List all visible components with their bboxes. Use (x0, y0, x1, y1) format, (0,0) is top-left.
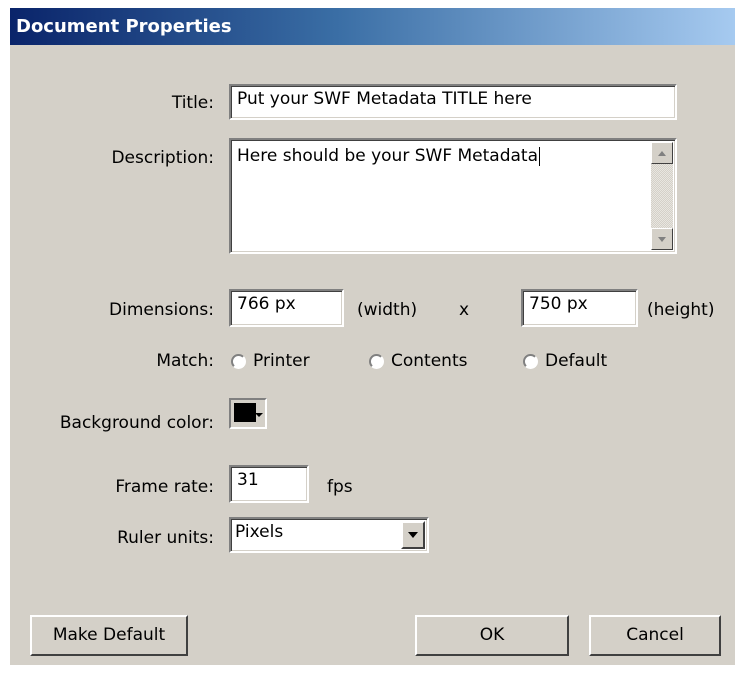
width-unit-label: (width) (357, 300, 418, 320)
frame-rate-input[interactable]: 31 (229, 465, 309, 503)
title-input-value: Put your SWF Metadata TITLE here (237, 89, 532, 109)
frame-rate-input-value: 31 (237, 470, 259, 490)
height-unit-label: (height) (647, 300, 715, 320)
ok-button[interactable]: OK (415, 615, 569, 656)
description-textarea[interactable]: Here should be your SWF Metadata (229, 138, 677, 254)
match-printer-label[interactable]: Printer (253, 351, 310, 371)
scroll-up-button[interactable] (651, 142, 673, 164)
chevron-down-icon (658, 236, 666, 242)
chevron-down-icon (408, 532, 418, 538)
cancel-button[interactable]: Cancel (589, 615, 721, 656)
match-default-label[interactable]: Default (545, 351, 607, 371)
ruler-units-label: Ruler units: (117, 528, 214, 548)
match-printer-radio[interactable] (231, 354, 246, 369)
background-color-swatch[interactable] (229, 398, 267, 429)
height-input-value: 750 px (529, 294, 588, 314)
match-default-radio[interactable] (523, 354, 538, 369)
ruler-units-dropdown-button[interactable] (401, 521, 425, 549)
description-textarea-value: Here should be your SWF Metadata (237, 146, 539, 166)
description-label: Description: (111, 148, 214, 168)
ruler-units-value: Pixels (235, 522, 284, 542)
document-properties-dialog: Document Properties Title: Put your SWF … (10, 8, 735, 665)
dimensions-label: Dimensions: (109, 300, 214, 320)
width-input[interactable]: 766 px (229, 289, 344, 327)
frame-rate-unit: fps (327, 477, 353, 497)
dialog-title: Document Properties (10, 8, 735, 45)
title-label: Title: (171, 93, 214, 113)
background-color-label: Background color: (59, 413, 214, 433)
dimensions-separator: x (459, 300, 470, 320)
dropdown-arrow-icon (255, 403, 263, 423)
description-scrollbar[interactable] (651, 142, 673, 250)
color-swatch-fill (234, 403, 256, 422)
match-contents-label[interactable]: Contents (391, 351, 467, 371)
width-input-value: 766 px (237, 294, 296, 314)
frame-rate-label: Frame rate: (115, 477, 214, 497)
height-input[interactable]: 750 px (521, 289, 638, 327)
match-label: Match: (156, 351, 214, 371)
chevron-up-icon (658, 150, 666, 156)
title-input[interactable]: Put your SWF Metadata TITLE here (229, 84, 677, 120)
scroll-down-button[interactable] (651, 228, 673, 250)
ruler-units-select[interactable]: Pixels (229, 517, 429, 553)
make-default-button[interactable]: Make Default (30, 615, 188, 656)
text-caret (539, 146, 541, 166)
match-contents-radio[interactable] (369, 354, 384, 369)
